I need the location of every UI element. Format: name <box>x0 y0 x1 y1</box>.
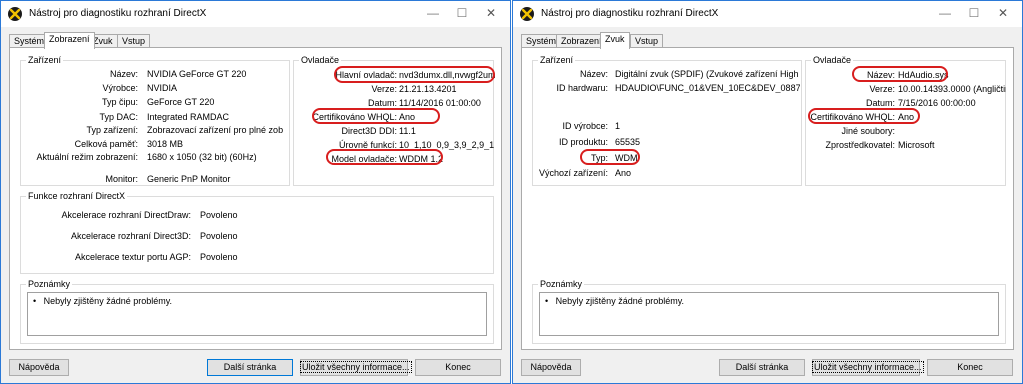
bullet-icon: • <box>33 296 37 306</box>
title-bar[interactable]: Nástroj pro diagnostiku rozhraní DirectX… <box>1 1 510 27</box>
device-value: 65535 <box>615 137 641 147</box>
tab-display[interactable]: Zobrazení <box>44 32 95 49</box>
minimize-icon[interactable]: — <box>418 1 448 25</box>
device-label: Aktuální režim zobrazení: <box>36 152 138 162</box>
feature-value: Povoleno <box>200 210 238 220</box>
device-value: NVIDIA GeForce GT 220 <box>147 69 247 79</box>
help-button[interactable]: Nápověda <box>521 359 581 376</box>
close-icon[interactable]: ✕ <box>476 1 506 25</box>
device-label: ID hardwaru: <box>556 83 608 93</box>
window-title: Nástroj pro diagnostiku rozhraní DirectX <box>29 8 207 19</box>
device-label: Typ čipu: <box>101 97 138 107</box>
driver-label: Datum: <box>865 98 895 108</box>
device-label: Celková paměť: <box>74 139 138 149</box>
maximize-icon[interactable]: ☐ <box>447 1 477 25</box>
highlight-main-driver <box>334 66 495 83</box>
device-value: 1 <box>615 121 621 131</box>
directx-icon <box>520 7 534 21</box>
notes-group-title: Poznámky <box>26 279 73 289</box>
note-item: • Nebyly zjištěny žádné problémy. <box>33 296 173 306</box>
feature-label: Akcelerace rozhraní DirectDraw: <box>61 210 191 220</box>
device-label: Monitor: <box>105 174 138 184</box>
tab-input[interactable]: Vstup <box>630 34 664 48</box>
highlight-whql <box>808 108 920 124</box>
exit-button[interactable]: Konec <box>927 359 1013 376</box>
feature-value: Povoleno <box>200 231 238 241</box>
device-value: Ano <box>615 168 632 178</box>
driver-label: Direct3D DDI: <box>341 126 397 136</box>
driver-label: Jiné soubory: <box>841 126 895 136</box>
note-item: • Nebyly zjištěny žádné problémy. <box>545 296 685 306</box>
driver-value: 11.1 <box>399 126 416 136</box>
notes-box[interactable]: • Nebyly zjištěny žádné problémy. <box>27 292 487 336</box>
directx-icon <box>8 7 22 21</box>
device-value: Digitální zvuk (SPDIF) (Zvukové zařízení… <box>615 69 800 79</box>
highlight-driver-model <box>326 149 443 165</box>
device-value: 1680 x 1050 (32 bit) (60Hz) <box>147 152 257 162</box>
tab-panel: Zařízení Název: Digitální zvuk (SPDIF) (… <box>521 47 1014 350</box>
feature-label: Akcelerace textur portu AGP: <box>74 252 191 262</box>
feature-value: Povoleno <box>200 252 238 262</box>
device-label: Výchozí zařízení: <box>538 168 608 178</box>
window-title: Nástroj pro diagnostiku rozhraní DirectX <box>541 8 719 19</box>
device-group-title: Zařízení <box>26 55 64 65</box>
highlight-whql <box>312 108 440 124</box>
feature-label: Akcelerace rozhraní Direct3D: <box>70 231 191 241</box>
save-all-button[interactable]: Uložit všechny informace... <box>812 359 924 376</box>
notes-box[interactable]: • Nebyly zjištěny žádné problémy. <box>539 292 999 336</box>
close-icon[interactable]: ✕ <box>988 1 1018 25</box>
device-value: Generic PnP Monitor <box>147 174 231 184</box>
device-label: Výrobce: <box>102 83 138 93</box>
driver-label: Verze: <box>371 84 397 94</box>
device-value: HDAUDIO\FUNC_01&VEN_10EC&DEV_0887&SUBSYS… <box>615 83 800 93</box>
tab-display[interactable]: Zobrazení <box>556 34 607 48</box>
drivers-group-title: Ovladače <box>299 55 342 65</box>
driver-label: Verze: <box>869 84 895 94</box>
device-label: Typ zařízení: <box>86 125 138 135</box>
driver-label: Datum: <box>367 98 397 108</box>
drivers-group-title: Ovladače <box>811 55 854 65</box>
device-value: Zobrazovací zařízení pro plné zobrazení <box>147 125 283 135</box>
tab-system[interactable]: Systém <box>521 34 562 48</box>
tab-sound[interactable]: Zvuk <box>600 32 630 49</box>
notes-group-title: Poznámky <box>538 279 585 289</box>
device-value: 3018 MB <box>147 139 184 149</box>
tab-input[interactable]: Vstup <box>117 34 151 48</box>
driver-value: 7/15/2016 00:00:00 <box>898 98 976 108</box>
dxdiag-window-display: Nástroj pro diagnostiku rozhraní DirectX… <box>0 0 511 384</box>
device-value: Integrated RAMDAC <box>147 112 230 122</box>
highlight-type <box>580 149 640 165</box>
title-bar[interactable]: Nástroj pro diagnostiku rozhraní DirectX… <box>513 1 1022 27</box>
dxdiag-window-sound: Nástroj pro diagnostiku rozhraní DirectX… <box>512 0 1023 384</box>
tab-system[interactable]: Systém <box>9 34 50 48</box>
features-group-title: Funkce rozhraní DirectX <box>26 191 128 201</box>
help-button[interactable]: Nápověda <box>9 359 69 376</box>
driver-value: 10.00.14393.0000 (Angličtina) <box>898 84 1006 94</box>
device-value: NVIDIA <box>147 83 178 93</box>
save-all-button[interactable]: Uložit všechny informace... <box>300 359 412 376</box>
driver-label: Zprostředkovatel: <box>825 140 895 150</box>
highlight-driver-name <box>852 66 948 82</box>
device-group-title: Zařízení <box>538 55 576 65</box>
driver-value: Microsoft <box>898 140 935 150</box>
device-label: ID produktu: <box>558 137 608 147</box>
next-page-button[interactable]: Další stránka <box>207 359 293 376</box>
driver-value: 11/14/2016 01:00:00 <box>399 98 481 108</box>
device-label: Název: <box>109 69 138 79</box>
driver-value: 21.21.13.4201 <box>399 84 457 94</box>
maximize-icon[interactable]: ☐ <box>959 1 989 25</box>
device-label: Typ DAC: <box>99 112 138 122</box>
next-page-button[interactable]: Další stránka <box>719 359 805 376</box>
device-label: Název: <box>579 69 608 79</box>
bullet-icon: • <box>545 296 549 306</box>
minimize-icon[interactable]: — <box>930 1 960 25</box>
device-label: ID výrobce: <box>562 121 608 131</box>
exit-button[interactable]: Konec <box>415 359 501 376</box>
tab-panel: Zařízení Název: NVIDIA GeForce GT 220 Vý… <box>9 47 502 350</box>
device-value: GeForce GT 220 <box>147 97 215 107</box>
